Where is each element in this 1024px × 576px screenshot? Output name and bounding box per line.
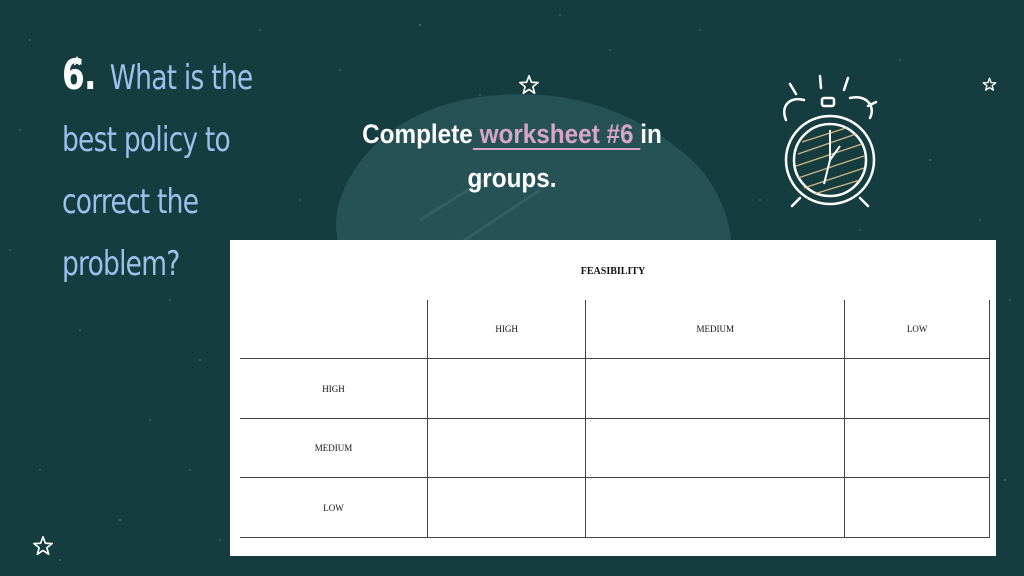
feasibility-table: HIGH MEDIUM LOW HIGH MEDIUM LOW: [240, 300, 990, 538]
worksheet-title: FEASIBILITY: [580, 266, 646, 277]
row-header: LOW: [240, 477, 428, 538]
table-cell: [426, 477, 587, 538]
worksheet-image: FEASIBILITY HIGH MEDIUM LOW HIGH MEDIUM …: [230, 240, 996, 556]
table-cell: [585, 477, 846, 538]
title-line-2: best policy to: [62, 120, 231, 160]
star-icon: [33, 536, 53, 556]
column-header: LOW: [844, 300, 990, 360]
table-header-row: HIGH MEDIUM LOW: [240, 300, 990, 360]
row-header: HIGH: [240, 358, 428, 419]
slide-title: 6. What is the best policy to correct the…: [62, 44, 257, 295]
column-header: HIGH: [426, 300, 587, 360]
title-line-3: correct the: [62, 182, 199, 222]
table-cell: [426, 417, 587, 479]
worksheet-link[interactable]: worksheet #6: [473, 119, 640, 149]
column-header: MEDIUM: [585, 300, 846, 360]
title-line-4: problem?: [62, 244, 180, 284]
row-header: MEDIUM: [240, 417, 428, 479]
table-cell: [844, 477, 990, 538]
subtitle-line-2: groups.: [467, 163, 557, 193]
star-icon: [982, 77, 997, 91]
slide-subtitle: Complete worksheet #6 in groups.: [341, 112, 683, 200]
table-cell: [844, 358, 990, 419]
alarm-clock-icon: [783, 74, 878, 208]
table-corner-cell: [240, 300, 428, 360]
subtitle-line-1: Complete worksheet #6 in: [362, 119, 662, 149]
star-icon: [72, 56, 82, 66]
table-cell: [426, 358, 587, 419]
table-row: HIGH: [240, 358, 990, 419]
table-cell: [585, 358, 846, 419]
table-cell: [844, 417, 990, 479]
title-line-1: 6. What is the: [62, 50, 253, 99]
star-icon: [519, 75, 539, 95]
table-row: LOW: [240, 477, 990, 538]
table-row: MEDIUM: [240, 417, 990, 479]
table-cell: [585, 417, 846, 479]
